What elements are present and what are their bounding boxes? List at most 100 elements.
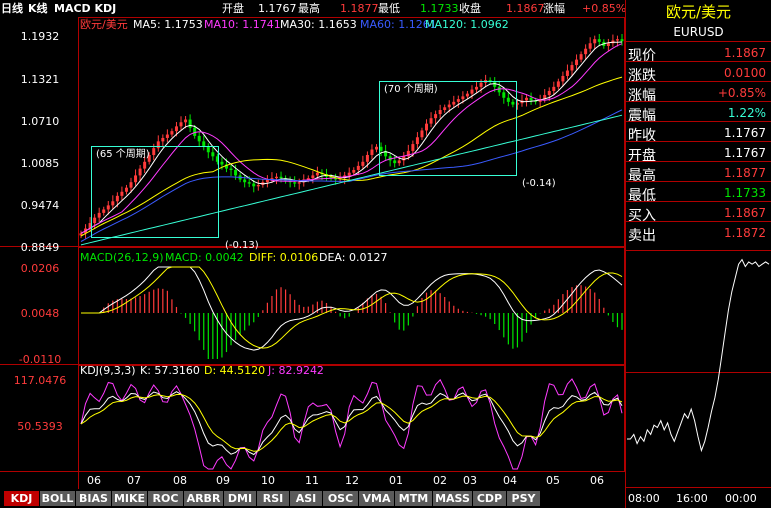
candle-body [293,182,297,184]
intraday-line [627,258,770,453]
intraday-chart[interactable] [625,250,771,490]
macd-tick: 0.0206 [21,262,60,275]
x-tick: 10 [261,474,275,487]
x-tick: 01 [389,474,403,487]
tab-dmi[interactable]: DMI [224,491,257,506]
candle-body [356,165,360,170]
ma-line-0 [80,41,623,234]
candle-body [315,172,319,176]
candle-body [279,176,283,179]
intraday-time: 00:00 [725,492,757,505]
tab-bias[interactable]: BIAS [76,491,112,506]
candle-body [434,114,438,119]
candle-body [438,110,442,115]
quote-row: 卖出 1.1872 [625,221,771,244]
candle-body [211,152,215,157]
candle-body [252,183,256,187]
candle-body [352,169,356,173]
quote-row-value: 1.1867 [724,206,766,220]
candle-body [415,137,419,145]
candle-body [402,156,406,161]
price-tick: 1.0085 [21,157,60,170]
header-close-value: 1.1867 [506,2,545,15]
candle-body [461,96,465,100]
tab-vma[interactable]: VMA [359,491,395,506]
x-tick: 06 [87,474,101,487]
candle-body [588,43,592,49]
tab-roc[interactable]: ROC [148,491,184,506]
tab-mike[interactable]: MIKE [112,491,148,506]
candle-body [129,182,133,188]
quote-row-label: 卖出 [628,228,656,244]
macd-tick: -0.0110 [19,353,61,366]
x-tick: 11 [305,474,319,487]
price-tick: 1.1321 [21,73,60,86]
header-change-value: +0.85% [582,2,627,15]
intraday-time: 16:00 [676,492,708,505]
candle-body [379,146,383,151]
kdj-j-line [80,378,623,470]
chart-type-label[interactable]: K线 [28,2,48,15]
symbol-label: 欧元/美元 [80,18,128,31]
quote-row-value: 1.1733 [724,186,766,200]
tab-arbr[interactable]: ARBR [184,491,224,506]
candle-body [115,195,119,202]
candle-body [124,187,128,192]
intraday-time: 08:00 [628,492,660,505]
candle-body [597,39,601,42]
tab-osc[interactable]: OSC [323,491,359,506]
candle-body [220,161,224,165]
macd-diff: DIFF: 0.0106 [249,251,318,264]
candle-body [575,59,579,66]
candle-body [470,89,474,94]
period-box-1-label: (65 个周期) [96,148,150,160]
chart-canvas[interactable]: 欧元/美元 MA5: 1.1753 MA10: 1.1741 MA30: 1.1… [0,17,625,489]
candle-body [465,93,469,97]
candle-body [206,146,210,153]
tab-mtm[interactable]: MTM [395,491,433,506]
candle-body [502,92,506,98]
candle-body [102,209,106,213]
tab-mass[interactable]: MASS [433,491,473,506]
quote-row-value: 0.0100 [724,66,766,80]
period-box-2-label: (70 个周期) [384,83,438,95]
tab-psy[interactable]: PSY [507,491,541,506]
candle-body [161,137,165,142]
candle-body [529,97,533,101]
candle-body [297,182,301,184]
candle-body [365,154,369,162]
ma5-label: MA5: 1.1753 [133,18,203,31]
tab-kdj[interactable]: KDJ [4,491,40,506]
kdj-tick: 50.5393 [17,420,63,433]
indicators-label[interactable]: MACD KDJ [54,2,116,15]
candle-body [443,107,447,111]
candle-body [111,201,115,206]
candle-body [274,176,278,179]
candle-body [188,119,192,128]
candle-body [452,101,456,105]
tab-boll[interactable]: BOLL [40,491,76,506]
header-change-label: 涨幅 [543,2,565,15]
candle-body [620,39,624,42]
kdj-plot [80,378,623,470]
quote-name: 欧元/美元 [665,3,732,21]
chart-area[interactable]: 欧元/美元 MA5: 1.1753 MA10: 1.1741 MA30: 1.1… [0,17,625,489]
macd-plot [81,266,623,359]
period-label[interactable]: 日线 [1,2,23,15]
header-open-value: 1.1767 [258,2,297,15]
candle-body [525,97,529,101]
tab-asi[interactable]: ASI [290,491,323,506]
macd-tick: 0.0048 [21,307,60,320]
candle-body [420,130,424,138]
quote-row-value: 1.1767 [724,126,766,140]
candle-body [615,39,619,41]
tab-rsi[interactable]: RSI [257,491,290,506]
candle-body [552,86,556,91]
ma30-label: MA30: 1.1653 [280,18,357,31]
candle-body [93,217,97,224]
candle-body [152,148,156,155]
tab-cdp[interactable]: CDP [473,491,507,506]
candle-body [411,144,415,151]
macd-diff-line [81,266,623,351]
candle-body [511,101,515,105]
